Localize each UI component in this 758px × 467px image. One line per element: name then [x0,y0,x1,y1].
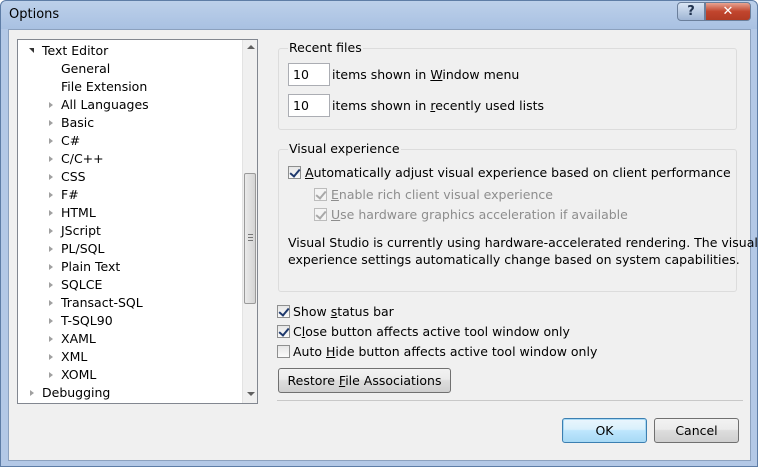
expand-arrow-icon[interactable] [30,390,34,396]
options-dialog: Options ? ✕ Debugging XOML XML XAML T-SQL90 T… [0,0,758,467]
expand-arrow-icon[interactable] [49,282,53,288]
expand-arrow-icon[interactable] [49,246,53,252]
help-button[interactable]: ? [677,2,705,21]
expand-arrow-icon[interactable] [49,318,53,324]
recent-lists-count-input[interactable]: 10 [288,94,330,117]
tree-item-label: HTML [61,205,96,220]
scroll-up-icon[interactable] [247,45,255,49]
expand-arrow-icon[interactable] [49,156,53,162]
title-bar[interactable]: Options ? ✕ [1,1,757,29]
hardware-accel-label: Use hardware graphics acceleration if av… [331,207,628,222]
expand-arrow-icon[interactable] [49,138,53,144]
recent-files-heading: Recent files [288,40,363,55]
expand-arrow-icon[interactable] [49,372,53,378]
expand-arrow-icon[interactable] [49,264,53,270]
expand-arrow-icon[interactable] [49,102,53,108]
tree-item-label: SQLCE [61,277,103,292]
expand-arrow-icon[interactable] [49,174,53,180]
show-status-bar-checkbox[interactable] [277,305,290,318]
window-menu-count-label: items shown in Window menu [332,67,520,82]
tree-item-label: Transact-SQL [61,295,143,310]
tree-item-label: XML [61,349,88,364]
expand-arrow-icon[interactable] [49,300,53,306]
tree-item-label: C# [61,133,81,148]
expand-arrow-icon[interactable] [49,210,53,216]
expand-arrow-icon[interactable] [49,192,53,198]
auto-adjust-label[interactable]: Automatically adjust visual experience b… [305,165,731,180]
hardware-accel-checkbox[interactable] [314,208,327,221]
tree-item-label: PL/SQL [61,241,105,256]
ok-button[interactable]: OK [562,418,647,443]
tree-item-label: F# [61,187,79,202]
tree-item-label: Debugging [42,385,111,400]
tree-scrollbar[interactable] [242,40,257,403]
restore-file-associations-button[interactable]: Restore File Associations [278,368,451,393]
expand-arrow-icon[interactable] [49,336,53,342]
cancel-button[interactable]: Cancel [654,418,739,443]
dialog-client-area: Debugging XOML XML XAML T-SQL90 Transact-SQL S… [8,29,758,461]
expand-arrow-icon[interactable] [49,120,53,126]
rich-client-label: Enable rich client visual experience [331,187,553,202]
tree-item-label: Text Editor [42,43,109,58]
options-tree[interactable]: Debugging XOML XML XAML T-SQL90 Transact-SQL S… [17,39,258,404]
show-status-bar-label[interactable]: Show status bar [293,304,394,319]
expand-arrow-icon[interactable] [49,228,53,234]
visual-experience-heading: Visual experience [288,141,401,156]
collapse-arrow-icon[interactable] [29,48,34,53]
auto-hide-checkbox[interactable] [277,345,290,358]
expand-arrow-icon[interactable] [49,354,53,360]
tree-item-label: Basic [61,115,95,130]
rich-client-checkbox[interactable] [314,188,327,201]
tree-item-label: JScript [61,223,101,238]
recent-files-group: Recent files 10 items shown in Window me… [278,40,737,130]
tree-item-label: File Extension [61,79,148,94]
tree-item-label: XOML [61,367,97,382]
tree-item-label: XAML [61,331,96,346]
visual-experience-group: Visual experience Automatically adjust v… [278,141,758,292]
tree-item-label: General [61,61,111,76]
window-title: Options [9,7,60,22]
auto-hide-label[interactable]: Auto Hide button affects active tool win… [293,344,597,359]
close-button-checkbox[interactable] [277,325,290,338]
close-button-label[interactable]: Close button affects active tool window … [293,324,570,339]
tree-item-label: Plain Text [61,259,121,274]
window-menu-count-input[interactable]: 10 [288,63,330,86]
tree-item-label: T-SQL90 [61,313,113,328]
close-window-button[interactable]: ✕ [705,2,751,21]
recent-lists-count-label: items shown in recently used lists [332,98,545,113]
tree-item-label: C/C++ [61,151,104,166]
tree-item-label: All Languages [61,97,149,112]
tree-item-label: CSS [61,169,86,184]
footer-separator [277,400,743,401]
scroll-down-icon[interactable] [247,392,255,396]
rendering-info-line2: experience settings automatically change… [288,252,740,267]
rendering-info-line1: Visual Studio is currently using hardwar… [288,235,758,250]
scroll-thumb[interactable] [244,173,256,304]
auto-adjust-checkbox[interactable] [288,166,301,179]
